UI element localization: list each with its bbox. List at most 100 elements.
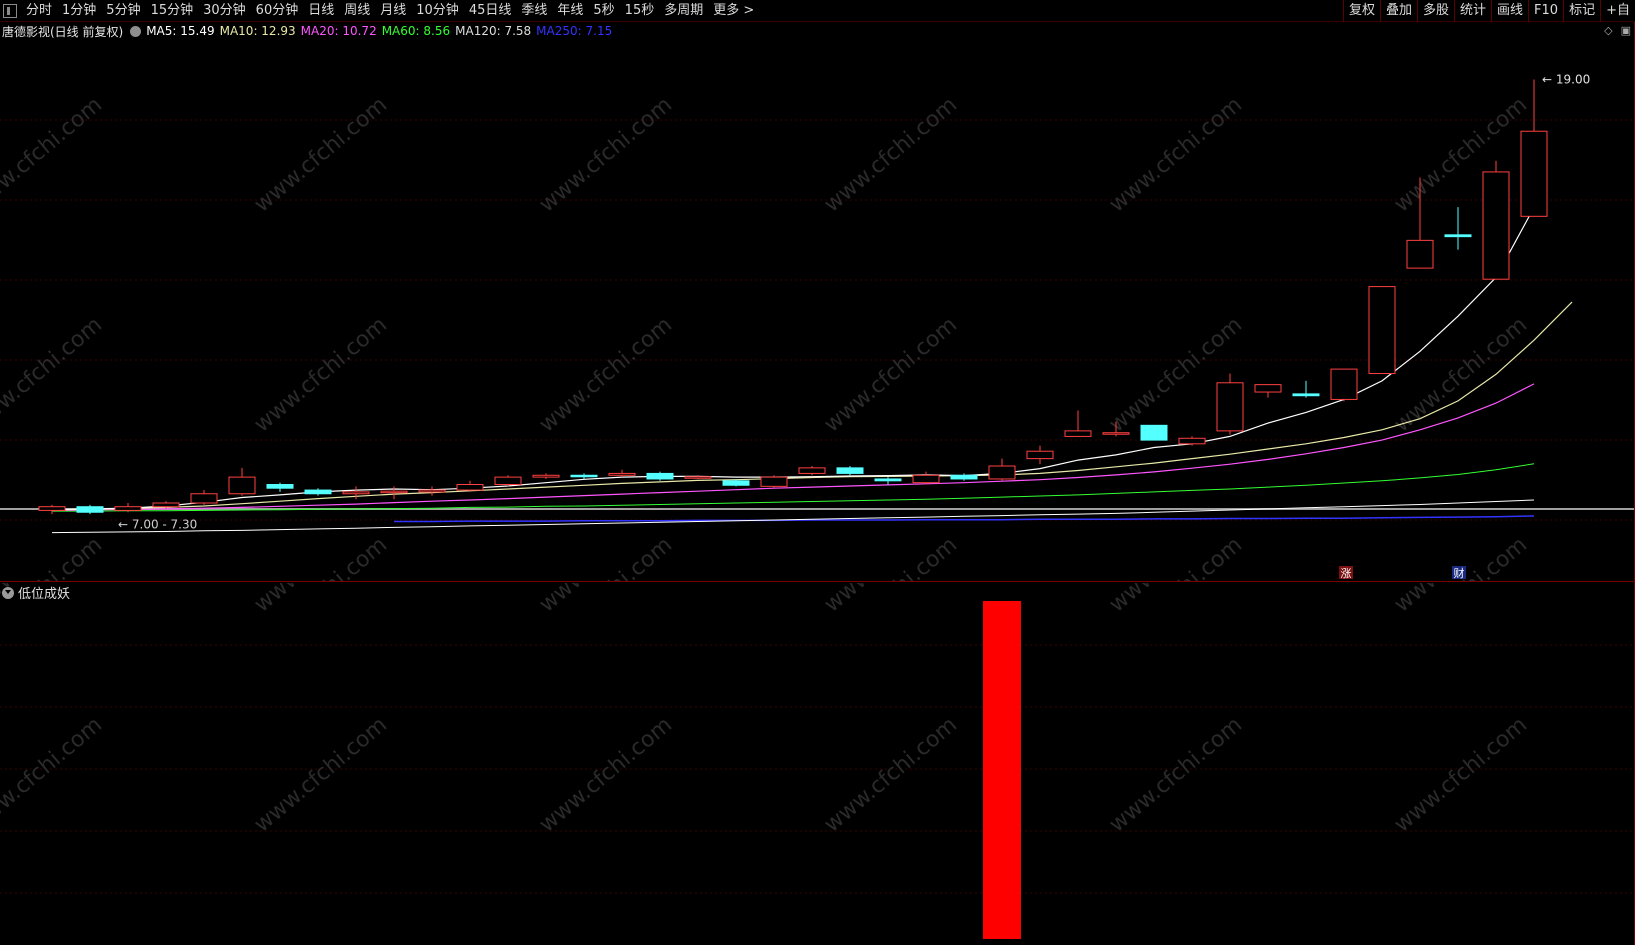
candle-body: [1216, 382, 1244, 432]
candle: [38, 504, 66, 515]
diamond-icon[interactable]: ◇: [1604, 24, 1612, 37]
candle: [646, 471, 674, 481]
candle: [228, 467, 256, 496]
candle: [570, 473, 598, 479]
candle-body: [1064, 430, 1092, 437]
watermark-text: www.cfchi.com: [250, 312, 392, 437]
candle-body: [646, 472, 674, 480]
candle-body: [950, 474, 978, 480]
candle-body: [1026, 450, 1054, 460]
action-button-6[interactable]: 标记: [1564, 0, 1600, 22]
candle-body: [228, 476, 256, 495]
high-price-label: ← 19.00: [1542, 72, 1590, 86]
candle: [1368, 286, 1396, 375]
period-tab-5[interactable]: 60分钟: [251, 0, 304, 22]
ma5-value: MA5: 15.49: [146, 24, 215, 38]
period-tab-9[interactable]: 10分钟: [411, 0, 464, 22]
watermark-text: www.cfchi.com: [1390, 712, 1532, 837]
candle: [418, 486, 446, 496]
candle-body: [1330, 368, 1358, 400]
candle: [1216, 373, 1244, 435]
candle-body: [342, 491, 370, 495]
action-button-3[interactable]: 统计: [1455, 0, 1491, 22]
action-button-5[interactable]: F10: [1529, 0, 1563, 22]
candle: [494, 475, 522, 487]
candle: [76, 504, 104, 515]
candle-body: [988, 465, 1016, 480]
action-button-4[interactable]: 画线: [1492, 0, 1528, 22]
period-tab-14[interactable]: 15秒: [620, 0, 660, 22]
candle-body: [494, 476, 522, 486]
period-tab-8[interactable]: 月线: [375, 0, 411, 22]
action-button-0[interactable]: 复权: [1344, 0, 1380, 22]
watermark-text: www.cfchi.com: [250, 583, 392, 618]
candle: [114, 503, 142, 513]
candle-body: [1482, 171, 1510, 280]
window-icon[interactable]: ▣: [1621, 24, 1631, 37]
watermark-text: www.cfchi.com: [820, 92, 962, 217]
period-tab-10[interactable]: 45日线: [464, 0, 517, 22]
candle: [1482, 160, 1510, 280]
candle-body: [1140, 424, 1168, 441]
watermark-text: www.cfchi.com: [535, 312, 677, 437]
period-tab-3[interactable]: 15分钟: [146, 0, 199, 22]
watermark-text: www.cfchi.com: [820, 532, 962, 581]
watermark-text: www.cfchi.com: [535, 712, 677, 837]
period-tab-15[interactable]: 多周期: [659, 0, 708, 22]
period-tab-2[interactable]: 5分钟: [101, 0, 145, 22]
period-tab-13[interactable]: 5秒: [588, 0, 619, 22]
candle-body: [1406, 239, 1434, 269]
badge-zhang-text: 涨: [1341, 567, 1352, 580]
candle: [1254, 384, 1282, 398]
action-buttons: 复权 叠加 多股 统计 画线 F10 标记 +自: [1342, 0, 1635, 22]
indicator-chart[interactable]: www.cfchi.com www.cfchi.com www.cfchi.com w…: [0, 583, 1635, 945]
period-tab-16[interactable]: 更多 >: [708, 0, 759, 22]
badge-cai: 财: [1452, 566, 1466, 580]
ma10-value: MA10: 12.93: [219, 24, 296, 38]
candle: [760, 475, 788, 489]
candle: [1026, 445, 1054, 465]
candle-body: [798, 467, 826, 474]
ma5-line: [51, 207, 1535, 511]
candle-body: [608, 472, 636, 476]
signal-bar: [983, 601, 1021, 939]
period-tab-1[interactable]: 1分钟: [57, 0, 101, 22]
panel-divider: [0, 581, 1635, 582]
candle: [532, 473, 560, 479]
menu-toggle-icon[interactable]: [3, 4, 17, 18]
settings-icon[interactable]: [130, 25, 142, 37]
candle-body: [1520, 130, 1548, 217]
candle: [190, 490, 218, 505]
period-tab-0[interactable]: 分时: [21, 0, 57, 22]
action-button-7[interactable]: +自: [1601, 0, 1635, 22]
period-tab-6[interactable]: 日线: [303, 0, 339, 22]
period-tab-11[interactable]: 季线: [516, 0, 552, 22]
candle: [304, 488, 332, 496]
watermark-text: www.cfchi.com: [1105, 532, 1247, 581]
action-button-1[interactable]: 叠加: [1381, 0, 1417, 22]
period-tab-12[interactable]: 年线: [552, 0, 588, 22]
candle: [836, 466, 864, 476]
period-tab-4[interactable]: 30分钟: [198, 0, 251, 22]
watermark-text: www.cfchi.com: [820, 712, 962, 837]
candle-body: [684, 476, 712, 479]
candle-body: [1368, 286, 1396, 375]
candle-body: [912, 474, 940, 484]
collapse-icon[interactable]: [2, 586, 14, 599]
candle: [1140, 424, 1168, 441]
indicator-title[interactable]: 低位成妖: [2, 583, 70, 602]
candle-body: [1444, 234, 1472, 238]
period-tab-7[interactable]: 周线: [339, 0, 375, 22]
candle-body: [190, 493, 218, 504]
candle: [874, 477, 902, 485]
period-toolbar: 分时 1分钟 5分钟 15分钟 30分钟 60分钟 日线 周线 月线 10分钟 45日线 季线 年线 5秒…: [0, 0, 1635, 22]
candle-body: [152, 502, 180, 508]
candle-body: [760, 476, 788, 487]
action-button-2[interactable]: 多股: [1418, 0, 1454, 22]
candle: [798, 466, 826, 476]
watermark-text: www.cfchi.com: [0, 312, 107, 437]
kline-chart[interactable]: www.cfchi.com www.cfchi.com www.cfchi.com w…: [0, 40, 1635, 581]
low-price-label: ← 7.00 - 7.30: [118, 517, 197, 531]
ma-info-line: 唐德影视(日线 前复权) MA5: 15.49 MA10: 12.93 MA20…: [0, 22, 617, 40]
candle-body: [1102, 432, 1130, 435]
